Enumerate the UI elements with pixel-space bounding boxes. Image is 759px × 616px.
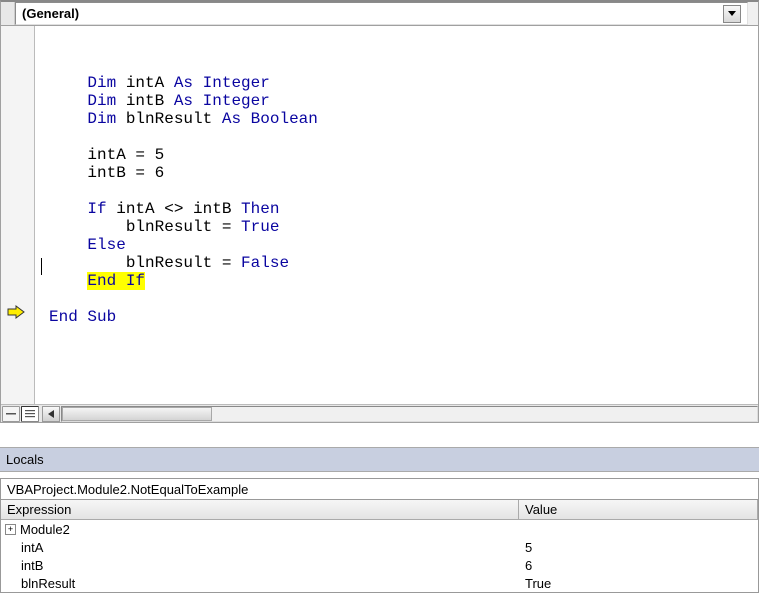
column-header-expression[interactable]: Expression bbox=[1, 500, 519, 520]
procedure-view-icon bbox=[6, 410, 16, 418]
full-module-view-button[interactable] bbox=[21, 406, 39, 422]
expr-value: 6 bbox=[519, 558, 758, 573]
full-module-view-icon bbox=[25, 409, 35, 419]
expr-name: intA bbox=[21, 540, 43, 555]
column-header-value[interactable]: Value bbox=[519, 500, 758, 520]
locals-panel: Locals VBAProject.Module2.NotEqualToExam… bbox=[0, 447, 759, 593]
scroll-left-button[interactable] bbox=[42, 406, 60, 422]
object-dropdown-bar: (General) bbox=[1, 2, 758, 26]
chevron-left-icon bbox=[48, 410, 54, 418]
locals-row[interactable]: blnResult True bbox=[1, 574, 758, 592]
object-dropdown-label: (General) bbox=[22, 6, 79, 21]
locals-context: VBAProject.Module2.NotEqualToExample bbox=[0, 478, 759, 500]
code-text[interactable]: Dim intA As Integer Dim intB As Integer … bbox=[35, 26, 758, 404]
breakpoint-gutter[interactable] bbox=[1, 26, 35, 404]
horizontal-scrollbar[interactable] bbox=[61, 406, 758, 422]
scrollbar-thumb[interactable] bbox=[62, 407, 212, 421]
view-controls bbox=[1, 404, 758, 422]
locals-row[interactable]: + Module2 bbox=[1, 520, 758, 538]
current-line-arrow-icon bbox=[7, 305, 25, 322]
locals-title: Locals bbox=[0, 448, 759, 472]
expand-toggle[interactable]: + bbox=[5, 524, 16, 535]
procedure-view-button[interactable] bbox=[2, 406, 20, 422]
divider bbox=[1, 2, 15, 25]
expr-name: intB bbox=[21, 558, 43, 573]
expr-value: 5 bbox=[519, 540, 758, 555]
expr-name: blnResult bbox=[21, 576, 75, 591]
chevron-down-icon bbox=[728, 11, 736, 16]
locals-row[interactable]: intA 5 bbox=[1, 538, 758, 556]
object-dropdown[interactable]: (General) bbox=[15, 2, 748, 25]
expr-name: Module2 bbox=[20, 522, 70, 537]
locals-row[interactable]: intB 6 bbox=[1, 556, 758, 574]
expr-value: True bbox=[519, 576, 758, 591]
code-editor[interactable]: Dim intA As Integer Dim intB As Integer … bbox=[1, 26, 758, 404]
divider bbox=[748, 2, 758, 25]
dropdown-toggle-button[interactable] bbox=[723, 5, 741, 23]
locals-table: Expression Value + Module2 intA 5 intB 6… bbox=[0, 500, 759, 593]
